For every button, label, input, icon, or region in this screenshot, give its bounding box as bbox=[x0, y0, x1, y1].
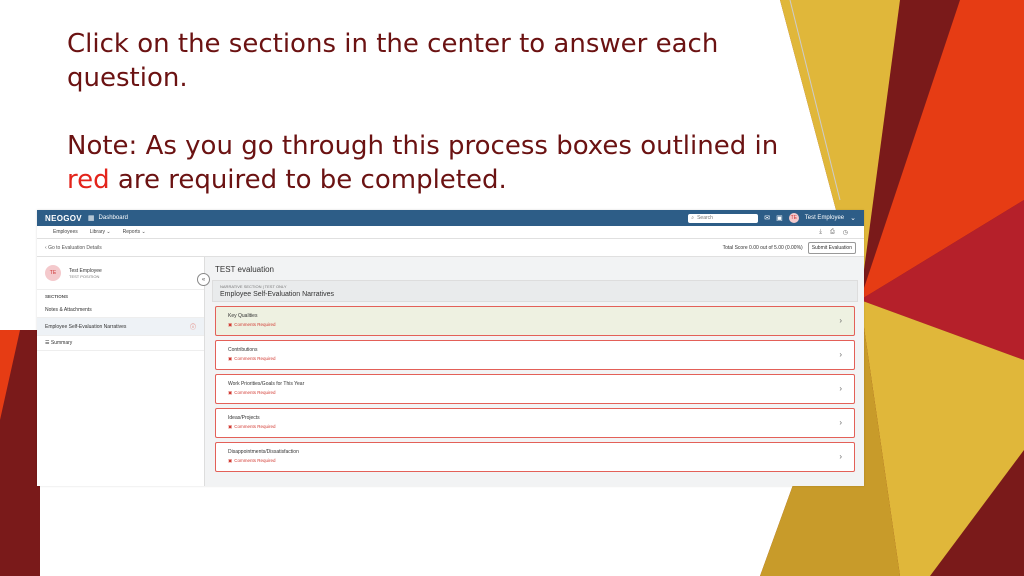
section-subtitle: NARRATIVE SECTION | TEST ONLY bbox=[220, 284, 287, 289]
notifications-icon[interactable]: ✉ bbox=[764, 214, 770, 222]
sidebar-item-label: Notes & Attachments bbox=[45, 307, 92, 313]
question-title: Key Qualities bbox=[228, 313, 258, 319]
comment-icon: ▣ bbox=[228, 356, 233, 361]
question-card[interactable]: Contributions ▣ Comments Required › bbox=[215, 340, 855, 370]
chevron-right-icon: › bbox=[839, 452, 842, 461]
dashboard-link[interactable]: Dashboard bbox=[99, 215, 128, 221]
sidebar-item-label: Employee Self-Evaluation Narratives bbox=[45, 323, 127, 330]
comment-icon: ▣ bbox=[228, 390, 233, 395]
evaluation-main: TEST evaluation NARRATIVE SECTION | TEST… bbox=[212, 257, 858, 486]
user-avatar[interactable]: TE bbox=[788, 213, 799, 223]
menu-reports-label: Reports bbox=[122, 229, 141, 235]
app-topbar: NEOGOV ▦ Dashboard ⌕ Search ✉ ▣ TE Test … bbox=[37, 210, 864, 226]
chevron-right-icon: › bbox=[839, 316, 842, 325]
evaluation-title: TEST evaluation bbox=[215, 265, 274, 274]
back-link[interactable]: ‹ Go to Evaluation Details bbox=[45, 245, 102, 251]
question-card[interactable]: Ideas/Projects ▣ Comments Required › bbox=[215, 408, 855, 438]
required-note: ▣ Comments Required bbox=[228, 458, 842, 464]
slide-instruction: Click on the sections in the center to a… bbox=[67, 29, 719, 93]
question-title: Work Priorities/Goals for This Year bbox=[228, 381, 305, 387]
search-icon: ⌕ bbox=[691, 215, 695, 221]
note-suffix: are required to be completed. bbox=[117, 165, 507, 195]
sidebar-item-label: Summary bbox=[50, 340, 73, 346]
comment-icon: ▣ bbox=[228, 458, 233, 463]
question-title: Disappointments/Dissatisfaction bbox=[228, 449, 299, 455]
required-note: ▣ Comments Required bbox=[228, 322, 842, 328]
sidebar-item-notes[interactable]: Notes & Attachments bbox=[37, 303, 204, 318]
section-header: NARRATIVE SECTION | TEST ONLY Employee S… bbox=[212, 280, 858, 302]
comment-icon: ▣ bbox=[228, 424, 233, 429]
brand-logo[interactable]: NEOGOV bbox=[45, 214, 82, 223]
download-icon[interactable]: ⤓ bbox=[819, 229, 822, 236]
question-card[interactable]: Key Qualities ▣ Comments Required › bbox=[215, 306, 855, 336]
required-note: ▣ Comments Required bbox=[228, 424, 842, 430]
employee-avatar: TE bbox=[45, 265, 61, 281]
menu-library-label: Library bbox=[89, 229, 106, 235]
question-card[interactable]: Work Priorities/Goals for This Year ▣ Com… bbox=[215, 374, 855, 404]
required-label: Comments Required bbox=[234, 424, 276, 429]
question-title: Ideas/Projects bbox=[228, 415, 260, 421]
app-menubar: Employees Library ⌄ Reports ⌄ ⤓ ⎙ ◷ bbox=[37, 226, 864, 239]
total-score: Total Score 0.00 out of 5.00 (0.00%) bbox=[722, 244, 803, 251]
back-link-label: Go to Evaluation Details bbox=[48, 244, 102, 251]
question-card[interactable]: Disappointments/Dissatisfaction ▣ Comment… bbox=[215, 442, 855, 472]
required-label: Comments Required bbox=[234, 390, 276, 395]
menu-employees[interactable]: Employees bbox=[53, 229, 78, 235]
sections-heading: SECTIONS bbox=[45, 294, 69, 299]
search-placeholder: Search bbox=[697, 215, 713, 221]
collapse-sidebar-button[interactable]: « bbox=[197, 273, 210, 286]
employee-card: TE Test Employee TEST POSITION bbox=[37, 257, 204, 290]
employee-name: Test Employee bbox=[69, 267, 102, 274]
sidebar-item-narratives[interactable]: Employee Self-Evaluation Narratives ⓘ bbox=[37, 318, 204, 336]
sidebar-item-summary[interactable]: ☰ Summary bbox=[37, 336, 204, 351]
section-title: Employee Self-Evaluation Narratives bbox=[220, 291, 334, 298]
required-note: ▣ Comments Required bbox=[228, 390, 842, 396]
submit-evaluation-button[interactable]: Submit Evaluation bbox=[807, 241, 856, 254]
history-icon[interactable]: ◷ bbox=[843, 229, 848, 236]
warning-icon: ⓘ bbox=[189, 325, 196, 331]
slide-note: Note: As you go through this process box… bbox=[67, 129, 827, 197]
chevron-right-icon: › bbox=[839, 350, 842, 359]
note-prefix: Note: As you go through this process box… bbox=[67, 131, 779, 161]
app-screenshot: NEOGOV ▦ Dashboard ⌕ Search ✉ ▣ TE Test … bbox=[37, 210, 864, 486]
user-name[interactable]: Test Employee bbox=[805, 215, 844, 221]
chevron-right-icon: › bbox=[839, 418, 842, 427]
comment-icon: ▣ bbox=[228, 322, 233, 327]
employee-position: TEST POSITION bbox=[69, 273, 100, 279]
required-label: Comments Required bbox=[234, 458, 276, 463]
chevron-right-icon: › bbox=[839, 384, 842, 393]
required-note: ▣ Comments Required bbox=[228, 356, 842, 362]
search-input[interactable]: ⌕ Search bbox=[688, 213, 759, 223]
menu-library[interactable]: Library ⌄ bbox=[90, 229, 111, 235]
sections-sidebar: TE Test Employee TEST POSITION « SECTION… bbox=[37, 257, 210, 486]
menu-reports[interactable]: Reports ⌄ bbox=[123, 229, 146, 235]
print-icon[interactable]: ⎙ bbox=[830, 229, 835, 236]
required-label: Comments Required bbox=[234, 356, 276, 361]
apps-grid-icon[interactable]: ▦ bbox=[88, 214, 95, 222]
tasks-icon[interactable]: ▣ bbox=[776, 214, 783, 222]
required-label: Comments Required bbox=[234, 322, 276, 327]
crumb-bar: ‹ Go to Evaluation Details Total Score 0… bbox=[37, 239, 864, 257]
question-title: Contributions bbox=[228, 347, 258, 353]
chevron-down-icon[interactable]: ⌄ bbox=[850, 214, 856, 222]
note-red-word: red bbox=[67, 165, 110, 195]
